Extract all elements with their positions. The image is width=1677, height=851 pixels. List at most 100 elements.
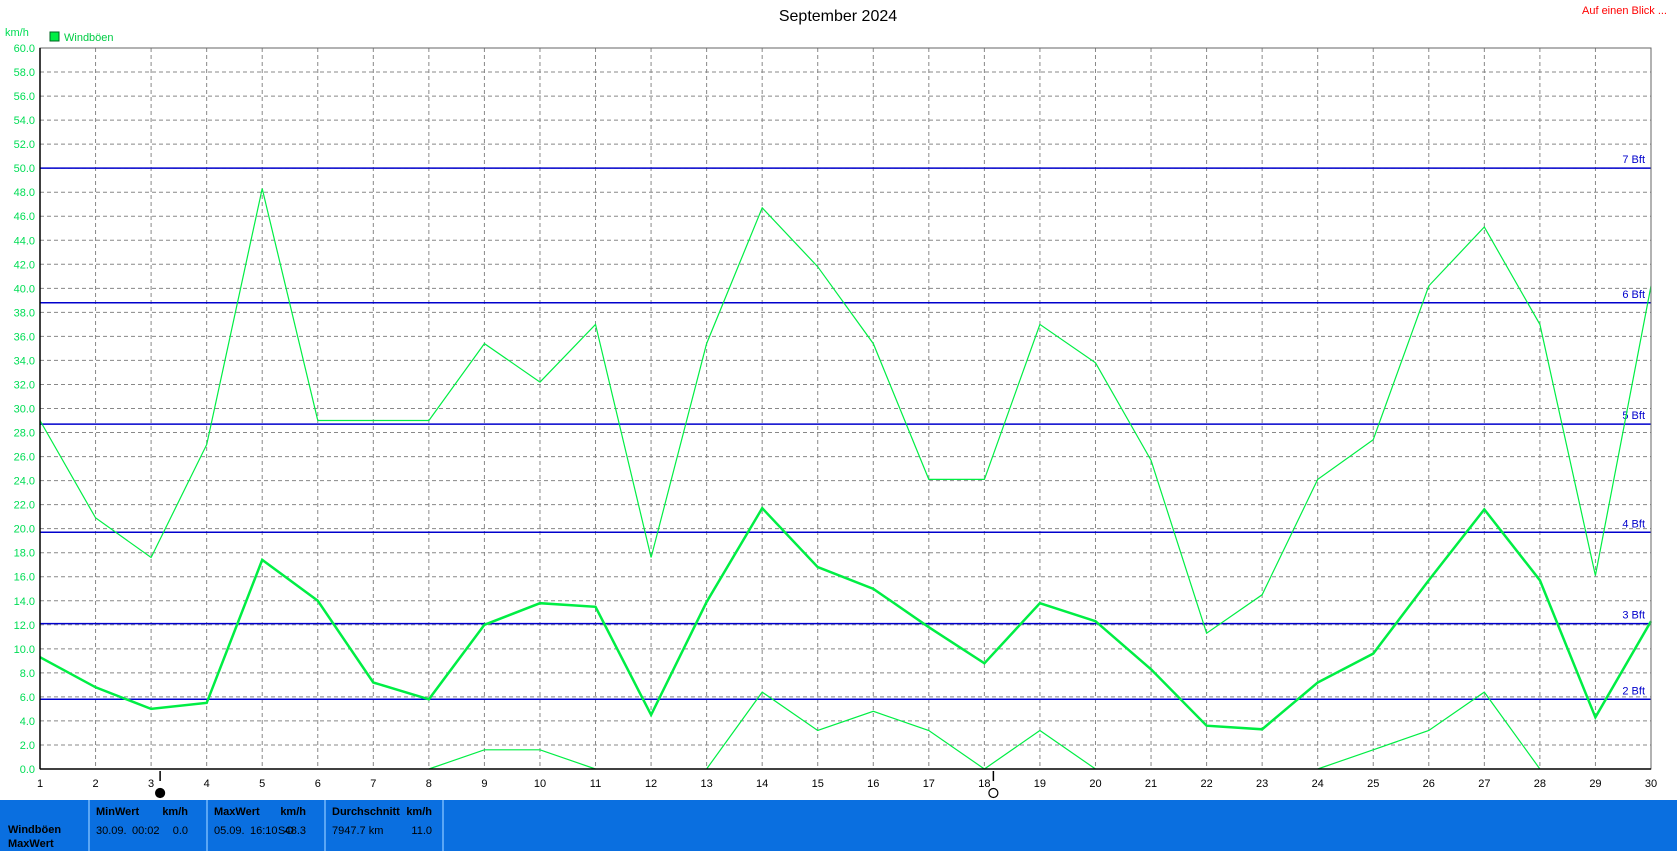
min-header: MinWert	[96, 806, 140, 818]
x-tick-label: 24	[1312, 778, 1324, 790]
y-tick-label: 28.0	[14, 428, 35, 440]
y-tick-label: 32.0	[14, 379, 35, 391]
y-tick-label: 18.0	[14, 548, 35, 560]
x-tick-label: 5	[259, 778, 265, 790]
stats-end-divider	[442, 800, 445, 851]
y-tick-label: 20.0	[14, 524, 35, 536]
y-tick-label: 8.0	[20, 668, 35, 680]
x-tick-label: 11	[590, 778, 601, 790]
full-moon-icon	[988, 787, 999, 799]
x-tick-label: 7	[370, 778, 376, 790]
y-tick-label: 56.0	[14, 91, 35, 103]
series-min-line	[706, 691, 1096, 770]
x-tick-label: 23	[1256, 778, 1268, 790]
y-tick-label: 6.0	[20, 692, 35, 704]
x-tick-label: 12	[645, 778, 657, 790]
x-tick-label: 21	[1145, 778, 1157, 790]
avg-value: 11.0	[411, 825, 432, 837]
y-axis-unit: km/h	[5, 27, 29, 39]
x-tick-label: 8	[426, 778, 432, 790]
bft-label: 6 Bft	[1622, 289, 1645, 301]
min-date: 30.09.	[96, 825, 127, 837]
x-tick-label: 6	[315, 778, 321, 790]
x-tick-label: 3	[148, 778, 154, 790]
max-value: 48.3	[284, 825, 306, 837]
x-tick-label: 22	[1200, 778, 1212, 790]
x-tick-label: 18	[978, 778, 990, 790]
x-tick-label: 16	[867, 778, 879, 790]
min-time: 00:02	[132, 825, 160, 837]
x-tick-label: 28	[1534, 778, 1546, 790]
bft-label: 3 Bft	[1622, 610, 1645, 622]
y-tick-label: 2.0	[20, 740, 35, 752]
y-tick-label: 14.0	[14, 596, 35, 608]
y-tick-label: 16.0	[14, 572, 35, 584]
y-tick-label: 34.0	[14, 355, 35, 367]
x-tick-label: 4	[204, 778, 210, 790]
avg-panel: Durchschnitt km/h 7947.7 km 11.0	[324, 800, 438, 851]
min-unit: km/h	[162, 806, 188, 818]
x-tick-label: 10	[534, 778, 546, 790]
x-tick-label: 30	[1645, 778, 1657, 790]
y-tick-label: 60.0	[14, 43, 35, 55]
new-moon-icon	[155, 787, 166, 799]
x-tick-label: 26	[1423, 778, 1435, 790]
y-tick-label: 42.0	[14, 259, 35, 271]
max-time: 16:10	[250, 825, 278, 837]
x-tick-label: 20	[1089, 778, 1101, 790]
chart-title: September 2024	[779, 8, 897, 25]
x-tick-label: 27	[1478, 778, 1490, 790]
y-tick-label: 52.0	[14, 139, 35, 151]
row-label-windboeen: Windböen	[8, 824, 62, 836]
y-tick-label: 36.0	[14, 331, 35, 343]
beaufort-lines: 2 Bft3 Bft4 Bft5 Bft6 Bft7 Bft	[40, 154, 1651, 701]
avg-header: Durchschnitt	[332, 806, 400, 818]
y-tick-label: 0.0	[20, 764, 35, 776]
y-tick-label: 22.0	[14, 500, 35, 512]
x-tick-label: 2	[92, 778, 98, 790]
avg-distance: 7947.7 km	[332, 825, 384, 837]
bft-label: 2 Bft	[1622, 685, 1645, 697]
series-lines	[39, 188, 1653, 770]
x-tick-label: 19	[1034, 778, 1046, 790]
avg-unit: km/h	[406, 806, 432, 818]
x-tick-label: 17	[923, 778, 935, 790]
x-tick-label: 9	[481, 778, 487, 790]
grid: 0.0 2.0 4.0 6.0 8.0 10.0 12.0 14.0 16.0 18.0 20.0 2…	[14, 43, 1658, 790]
stats-bar: Windböen MaxWert MinWert km/h 30.09. 00:…	[0, 800, 1677, 851]
y-tick-label: 54.0	[14, 115, 35, 127]
y-tick-label: 4.0	[20, 716, 35, 728]
overview-link[interactable]: Auf einen Blick ...	[1582, 5, 1667, 17]
legend-label: Windböen	[64, 32, 114, 44]
y-tick-label: 24.0	[14, 476, 35, 488]
y-tick-label: 48.0	[14, 187, 35, 199]
x-tick-label: 15	[812, 778, 824, 790]
row-label-maxwert: MaxWert	[8, 838, 54, 850]
series-max-line	[39, 188, 1652, 635]
x-tick-label: 14	[756, 778, 768, 790]
y-tick-label: 26.0	[14, 452, 35, 464]
legend-swatch	[49, 31, 60, 42]
y-tick-label: 50.0	[14, 163, 35, 175]
max-header: MaxWert	[214, 806, 260, 818]
y-tick-label: 46.0	[14, 211, 35, 223]
y-tick-label: 40.0	[14, 283, 35, 295]
y-tick-label: 30.0	[14, 404, 35, 416]
wind-gust-chart: September 2024 km/h Windböen 0.0 2.0 4.0 6.…	[5, 8, 1658, 799]
x-tick-label: 1	[37, 778, 43, 790]
series-min-line	[428, 749, 596, 770]
min-panel: MinWert km/h 30.09. 00:02 0.0	[88, 800, 202, 851]
x-tick-label: 29	[1589, 778, 1601, 790]
x-tick-label: 13	[700, 778, 712, 790]
min-value: 0.0	[172, 825, 188, 837]
y-tick-label: 58.0	[14, 67, 35, 79]
y-tick-label: 44.0	[14, 235, 35, 247]
max-panel: MaxWert km/h 05.09. 16:10 SO 48.3	[206, 800, 320, 851]
max-date: 05.09.	[214, 825, 245, 837]
max-unit: km/h	[280, 806, 306, 818]
series-average-line	[39, 506, 1653, 731]
y-tick-label: 12.0	[14, 620, 35, 632]
y-tick-label: 38.0	[14, 307, 35, 319]
x-tick-label: 25	[1367, 778, 1379, 790]
bft-label: 7 Bft	[1622, 154, 1645, 166]
